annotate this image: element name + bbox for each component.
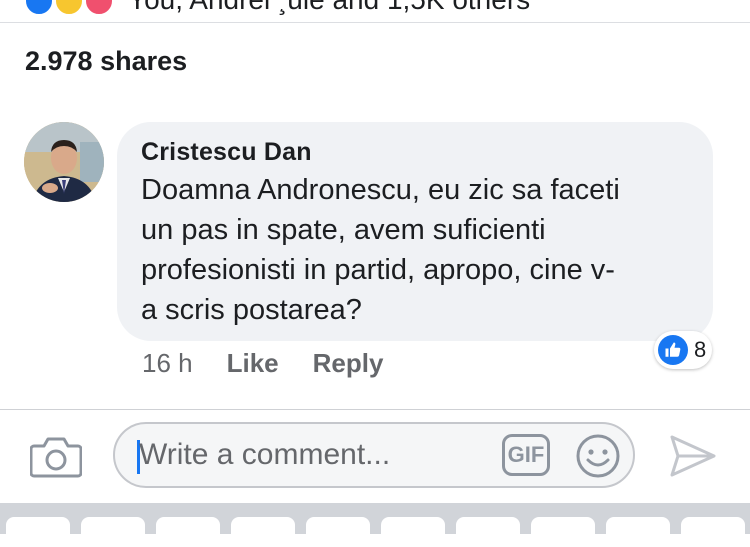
avatar-photo — [24, 122, 104, 202]
keyboard-key[interactable] — [456, 517, 520, 547]
shares-count[interactable]: 2.978 shares — [25, 46, 187, 77]
keyboard-key[interactable] — [606, 517, 670, 547]
keyboard-key[interactable] — [531, 517, 595, 547]
reaction-count: 8 — [694, 337, 707, 362]
keyboard-key[interactable] — [381, 517, 445, 547]
comment-reactions[interactable]: 8 — [654, 331, 712, 369]
gif-button[interactable]: GIF — [502, 434, 550, 476]
reply-button[interactable]: Reply — [313, 348, 384, 379]
haha-icon — [54, 0, 84, 16]
keyboard-key[interactable] — [306, 517, 370, 547]
reaction-icons — [24, 0, 124, 16]
keyboard-key[interactable] — [156, 517, 220, 547]
divider — [0, 409, 750, 410]
comment-text: Doamna Andronescu, eu zic sa faceti un p… — [141, 174, 620, 326]
divider — [0, 22, 750, 23]
comment-timestamp[interactable]: 16 h — [142, 348, 193, 379]
keyboard-key[interactable] — [681, 517, 745, 547]
keyboard-key[interactable] — [81, 517, 145, 547]
like-icon — [658, 335, 688, 365]
smiley-icon — [576, 434, 620, 478]
like-button[interactable]: Like — [227, 348, 279, 379]
like-icon — [24, 0, 54, 16]
comment-meta: 16 h Like Reply — [142, 344, 417, 382]
camera-button[interactable] — [29, 434, 83, 478]
camera-icon — [29, 437, 83, 478]
comment-input[interactable] — [135, 432, 499, 478]
reactions-summary[interactable]: You, Andrei ¸ule and 1,5K others — [0, 0, 750, 22]
keyboard — [0, 503, 750, 547]
keyboard-key[interactable] — [6, 517, 70, 547]
comment-field[interactable] — [113, 422, 635, 488]
keyboard-key[interactable] — [231, 517, 295, 547]
send-button[interactable] — [668, 433, 718, 479]
send-icon — [670, 435, 716, 477]
love-icon — [84, 0, 114, 16]
emoji-button[interactable] — [575, 433, 621, 479]
reactions-summary-text[interactable]: You, Andrei ¸ule and 1,5K others — [128, 0, 530, 16]
avatar[interactable] — [24, 122, 104, 202]
comment-author[interactable]: Cristescu Dan — [141, 138, 312, 167]
